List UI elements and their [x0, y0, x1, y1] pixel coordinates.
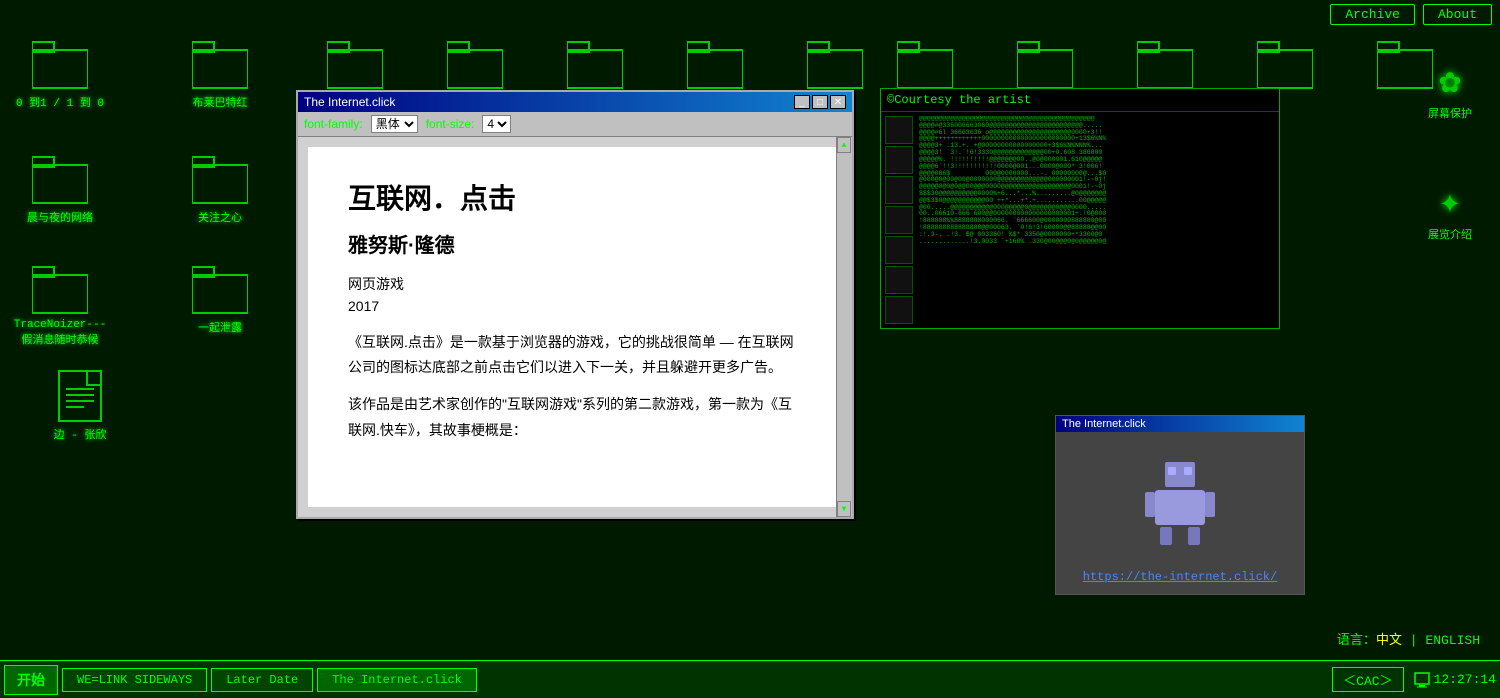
taskbar-right: ＜CAC＞ 12:27:14: [1332, 667, 1496, 692]
top-folder-row-left: 0 到1 / 1 到 0 布莱巴特红: [10, 40, 270, 110]
preview-link[interactable]: https://the-internet.click/: [1083, 570, 1277, 584]
folder-leak[interactable]: 一起泄露: [170, 265, 270, 347]
folder-label-morning: 晨与夜的网络: [27, 209, 93, 225]
star-icon: ✦: [1439, 181, 1461, 224]
scroll-up-button[interactable]: ▲: [837, 137, 851, 153]
close-button[interactable]: ✕: [830, 95, 846, 109]
screen-saver-icon[interactable]: ✿ 屏幕保护: [1410, 60, 1490, 121]
taskbar-item-internet[interactable]: The Internet.click: [317, 668, 477, 692]
folder-label-care: 关注之心: [198, 209, 242, 225]
exhibition-label: 展览介绍: [1428, 226, 1472, 242]
ascii-panel: ©Courtesy the artist @@@@@@@@@@@@@@@@@@@…: [880, 88, 1280, 329]
maximize-button[interactable]: □: [812, 95, 828, 109]
language-chinese[interactable]: 中文: [1376, 633, 1402, 648]
minimize-button[interactable]: _: [794, 95, 810, 109]
folder-rt4[interactable]: [1240, 40, 1330, 90]
desktop: 0 到1 / 1 到 0 布莱巴特红: [0, 0, 1500, 658]
thumb1: [885, 116, 913, 144]
thumbnail-strips: [885, 116, 915, 324]
font-size-label: font-size:: [426, 117, 475, 131]
language-selector: 语言：中文 | ENGLISH: [1337, 629, 1480, 648]
exhibition-intro-icon[interactable]: ✦ 展览介绍: [1410, 181, 1490, 242]
top-folder-row-right: [310, 40, 880, 94]
folder-top5[interactable]: [550, 40, 640, 94]
taskbar: 开始 WE=LINK SIDEWAYS Later Date The Inter…: [0, 660, 1500, 698]
folder-top3[interactable]: [310, 40, 400, 94]
folder-rt2[interactable]: [1000, 40, 1090, 90]
folder-label-trace: TraceNoizer---假消息随时恭候: [10, 319, 110, 347]
special-icons: ✿ 屏幕保护 ✦ 展览介绍: [1410, 60, 1490, 242]
thumb4: [885, 206, 913, 234]
folder-label-bulabate: 布莱巴特红: [193, 94, 248, 110]
thumb6: [885, 266, 913, 294]
ascii-panel-content: @@@@@@@@@@@@@@@@@@@@@@@@@@@@@@@@@@@@@@@@…: [881, 112, 1279, 328]
folder-rt3[interactable]: [1120, 40, 1210, 90]
archive-button[interactable]: Archive: [1330, 4, 1415, 25]
document-body2: 该作品是由艺术家创作的"互联网游戏"系列的第二款游戏，第一款为《互联网.快车》，…: [348, 392, 802, 442]
third-folder-row: TraceNoizer---假消息随时恭候 一起泄露: [10, 265, 270, 347]
main-window-title: The Internet.click: [304, 95, 395, 109]
clock-display: 12:27:14: [1434, 672, 1496, 687]
language-english[interactable]: ENGLISH: [1425, 633, 1480, 648]
doc-icon-label: 边 - 张欣: [54, 426, 107, 442]
window-scrollbar[interactable]: ▲ ▼: [836, 137, 852, 517]
thumb7: [885, 296, 913, 324]
folder-0to1[interactable]: 0 到1 / 1 到 0: [10, 40, 110, 110]
folder-label-0to1: 0 到1 / 1 到 0: [16, 94, 104, 110]
taskbar-item-laterdate[interactable]: Later Date: [211, 668, 313, 692]
font-family-label: font-family:: [304, 117, 363, 131]
folder-care[interactable]: 关注之心: [170, 155, 270, 225]
window-toolbar: font-family: 黑体 font-size: 4: [298, 112, 852, 137]
start-button[interactable]: 开始: [4, 665, 58, 695]
font-size-select[interactable]: 4: [482, 115, 511, 133]
folder-morning-night[interactable]: 晨与夜的网络: [10, 155, 110, 225]
folder-top6[interactable]: [670, 40, 760, 94]
ascii-art-display: @@@@@@@@@@@@@@@@@@@@@@@@@@@@@@@@@@@@@@@@…: [919, 116, 1275, 324]
right-top-folders: [880, 40, 1450, 90]
document-title: 互联网．点击: [348, 177, 802, 217]
font-family-select[interactable]: 黑体: [371, 115, 418, 133]
folder-rt1[interactable]: [880, 40, 970, 90]
thumb5: [885, 236, 913, 264]
doc-icon-container[interactable]: 边 - 张欣: [35, 370, 125, 442]
second-folder-row: 晨与夜的网络 关注之心: [10, 155, 270, 225]
main-window-titlebar: The Internet.click _ □ ✕: [298, 92, 852, 112]
screen-saver-label: 屏幕保护: [1428, 105, 1472, 121]
ascii-panel-title: ©Courtesy the artist: [881, 89, 1279, 112]
scroll-down-button[interactable]: ▼: [837, 501, 851, 517]
folder-trace[interactable]: TraceNoizer---假消息随时恭候: [10, 265, 110, 347]
preview-window: The Internet.click https://the-internet.…: [1055, 415, 1305, 595]
preview-window-title: The Internet.click: [1056, 416, 1304, 432]
main-window: The Internet.click _ □ ✕ font-family: 黑体…: [296, 90, 854, 519]
preview-character: [1140, 452, 1220, 552]
taskbar-item-welink[interactable]: WE=LINK SIDEWAYS: [62, 668, 207, 692]
folder-top4[interactable]: [430, 40, 520, 94]
flower-icon: ✿: [1439, 60, 1461, 103]
window-inner-content: 互联网．点击 雅努斯·隆德 网页游戏 2017 《互联网.点击》是一款基于浏览器…: [308, 147, 842, 507]
top-navigation: Archive About: [1322, 0, 1500, 29]
document-author: 雅努斯·隆德: [348, 229, 802, 258]
thumb2: [885, 146, 913, 174]
about-button[interactable]: About: [1423, 4, 1492, 25]
document-body1: 《互联网.点击》是一款基于浏览器的游戏，它的挑战很简单 — 在互联网公司的图标达…: [348, 330, 802, 380]
language-separator: |: [1410, 633, 1418, 648]
folder-bulabate[interactable]: 布莱巴特红: [170, 40, 270, 110]
folder-label-leak: 一起泄露: [198, 319, 242, 335]
preview-content: https://the-internet.click/: [1056, 432, 1304, 594]
window-controls: _ □ ✕: [794, 95, 846, 109]
window-content: 互联网．点击 雅努斯·隆德 网页游戏 2017 《互联网.点击》是一款基于浏览器…: [298, 137, 852, 517]
document-genre: 网页游戏: [348, 274, 802, 294]
thumb3: [885, 176, 913, 204]
document-year: 2017: [348, 298, 802, 314]
language-label: 语言：: [1337, 633, 1376, 648]
folder-top7[interactable]: [790, 40, 880, 94]
taskbar-clock: 12:27:14: [1414, 672, 1496, 688]
cac-label: ＜CAC＞: [1332, 667, 1403, 692]
monitor-icon: [1414, 672, 1430, 688]
